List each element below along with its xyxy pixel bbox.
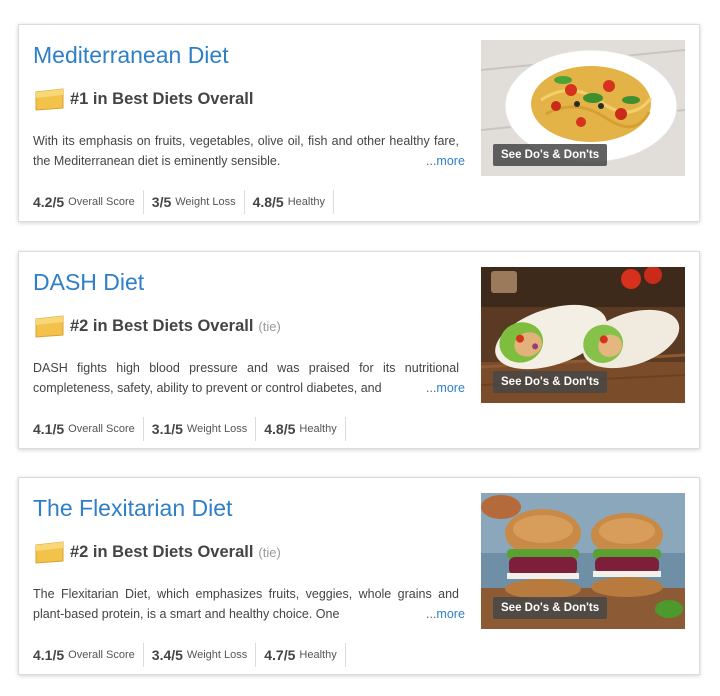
healthy-score: 4.7/5 Healthy [256,643,346,667]
healthy-score: 4.8/5 Healthy [256,417,346,441]
ribbon-badge-icon [35,88,64,111]
overall-score: 4.1/5 Overall Score [33,643,144,667]
rank-tie-label: (tie) [258,319,281,334]
diet-photo-pasta[interactable]: See Do's & Don'ts [481,40,685,176]
score-label: Weight Loss [175,196,236,208]
see-dos-donts-button[interactable]: See Do's & Don'ts [493,371,608,393]
rank-tie-label: (tie) [258,545,281,560]
score-value: 4.1/5 [33,421,65,437]
score-label: Overall Score [68,423,135,435]
score-label: Overall Score [68,649,135,661]
diet-title-link[interactable]: The Flexitarian Diet [33,495,232,522]
score-value: 4.1/5 [33,647,65,663]
diet-description: The Flexitarian Diet, which emphasizes f… [33,587,459,621]
more-ellipsis: ... [426,607,437,621]
see-dos-donts-button[interactable]: See Do's & Don'ts [493,144,608,166]
diet-card: DASH Diet #2 in Best Diets Overall (tie)… [18,251,700,449]
rank-row: #2 in Best Diets Overall (tie) [35,541,281,564]
score-value: 3.4/5 [151,647,183,663]
score-value: 3.1/5 [151,421,183,437]
score-row: 4.1/5 Overall Score 3.4/5 Weight Loss 4.7/… [33,642,346,668]
score-label: Weight Loss [186,649,248,661]
diet-photo-burgers[interactable]: See Do's & Don'ts [481,493,685,629]
ribbon-badge-icon [35,541,64,564]
score-value: 4.8/5 [264,421,296,437]
score-value: 4.8/5 [252,194,284,210]
rank-label: #1 in Best Diets Overall [70,90,254,108]
diet-photo-wraps[interactable]: See Do's & Don'ts [481,267,685,403]
rank-label: #2 in Best Diets Overall [70,543,254,561]
score-value: 4.7/5 [264,647,296,663]
more-ellipsis: ... [426,154,437,168]
score-label: Healthy [299,423,337,435]
healthy-score: 4.8/5 Healthy [245,190,335,214]
diet-title-link[interactable]: Mediterranean Diet [33,42,229,69]
rank-label: #2 in Best Diets Overall [70,317,254,335]
more-link[interactable]: ...more [414,151,465,171]
overall-score: 4.1/5 Overall Score [33,417,144,441]
diet-card: Mediterranean Diet #1 in Best Diets Over… [18,24,700,222]
rank-row: #1 in Best Diets Overall [35,88,258,111]
score-label: Healthy [287,196,326,208]
ribbon-badge-icon [35,315,64,338]
diet-title-link[interactable]: DASH Diet [33,269,144,296]
diet-description: DASH fights high blood pressure and was … [33,361,459,395]
more-label: more [436,381,465,395]
diet-card: The Flexitarian Diet #2 in Best Diets Ov… [18,477,700,675]
more-label: more [436,154,465,168]
more-ellipsis: ... [426,381,437,395]
score-value: 3/5 [151,194,172,210]
diet-description: With its emphasis on fruits, vegetables,… [33,134,459,168]
weight-loss-score: 3.1/5 Weight Loss [144,417,257,441]
weight-loss-score: 3.4/5 Weight Loss [144,643,257,667]
score-label: Healthy [299,649,337,661]
more-link[interactable]: ...more [414,604,465,624]
weight-loss-score: 3/5 Weight Loss [144,190,245,214]
more-link[interactable]: ...more [414,378,465,398]
more-label: more [436,607,465,621]
score-value: 4.2/5 [33,194,65,210]
score-label: Overall Score [68,196,135,208]
score-row: 4.1/5 Overall Score 3.1/5 Weight Loss 4.8/… [33,416,346,442]
score-label: Weight Loss [186,423,248,435]
overall-score: 4.2/5 Overall Score [33,190,144,214]
score-row: 4.2/5 Overall Score 3/5 Weight Loss 4.8/5 H… [33,189,335,215]
see-dos-donts-button[interactable]: See Do's & Don'ts [493,597,608,619]
rank-row: #2 in Best Diets Overall (tie) [35,315,281,338]
